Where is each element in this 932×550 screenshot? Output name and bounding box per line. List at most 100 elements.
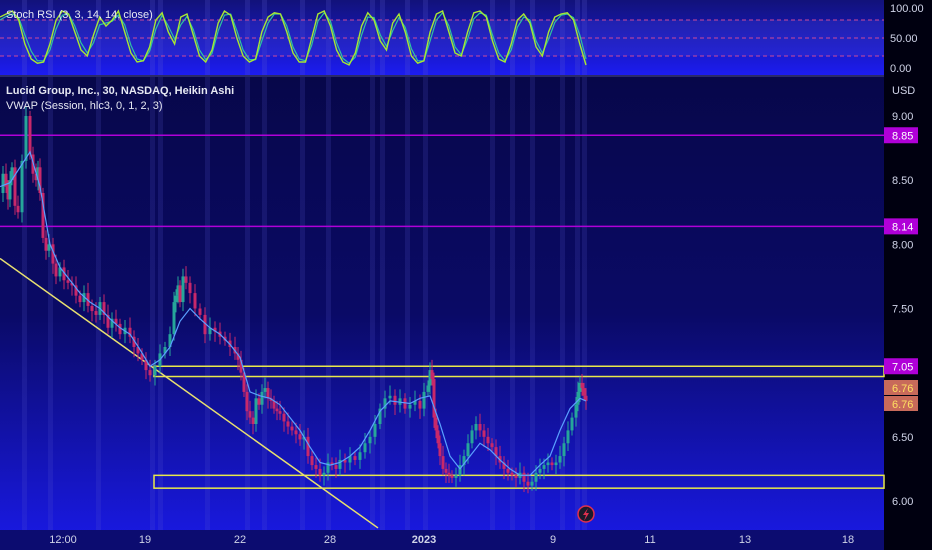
candle-body: [363, 443, 367, 453]
session-stripe: [205, 77, 210, 530]
candle-body: [580, 382, 584, 389]
candle-body: [474, 424, 478, 431]
candle-body: [178, 285, 182, 303]
candle-body: [94, 311, 98, 315]
candle-body: [266, 388, 270, 399]
candle-body: [546, 462, 550, 466]
session-stripe: [370, 77, 375, 530]
candle-body: [368, 436, 372, 444]
candle-body: [454, 475, 458, 478]
candle-body: [510, 472, 514, 476]
time-tick-label: 22: [234, 534, 246, 546]
candle-body: [373, 424, 377, 437]
candle-body: [278, 411, 282, 414]
price-tag-label: 6.76: [892, 399, 913, 411]
candle-body: [538, 468, 542, 473]
candle-body: [294, 430, 298, 435]
candle-body: [66, 280, 70, 283]
candle-body: [542, 465, 546, 469]
lightning-icon[interactable]: [577, 505, 595, 523]
candle-body: [1, 173, 5, 193]
candle-body: [78, 295, 82, 303]
price-axis[interactable]: [884, 0, 932, 550]
stoch-tick-label: 50.00: [890, 33, 918, 45]
candle-body: [418, 400, 422, 409]
candle-body: [181, 276, 185, 303]
candle-body: [184, 276, 188, 283]
candle-body: [251, 417, 255, 424]
candle-body: [286, 421, 290, 427]
candle-body: [582, 388, 586, 396]
price-tick-label: 9.00: [892, 111, 913, 123]
time-tick-label: 11: [644, 534, 655, 546]
candle-body: [322, 472, 326, 476]
candle-body: [530, 481, 534, 486]
candle-body: [447, 472, 451, 476]
candle-body: [358, 452, 362, 460]
session-stripe: [582, 77, 587, 530]
candle-body: [450, 475, 454, 478]
vwap-indicator-label: VWAP (Session, hlc3, 0, 1, 2, 3): [6, 100, 163, 112]
session-stripe: [48, 77, 53, 530]
candle-body: [388, 395, 392, 399]
candle-body: [444, 468, 448, 473]
candle-body: [310, 456, 314, 466]
candle-body: [486, 436, 490, 444]
candle-body: [16, 205, 20, 213]
candle-body: [426, 385, 430, 392]
candle-body: [188, 282, 192, 294]
price-chart[interactable]: 100.00 50.00 0.00 8.85 8.14 7.05 9.00 8.50 8.…: [0, 0, 932, 550]
stoch-rsi-title: Stoch RSI (3, 3, 14, 14, close): [6, 9, 153, 21]
candle-body: [558, 456, 562, 463]
candle-body: [436, 430, 440, 444]
candle-body: [153, 366, 157, 376]
stoch-tick-label: 100.00: [890, 3, 924, 15]
candle-body: [438, 443, 442, 457]
candle-body: [574, 404, 578, 418]
candle-body: [174, 295, 178, 303]
candle-body: [506, 468, 510, 473]
session-stripe: [423, 77, 428, 530]
candle-body: [28, 116, 32, 155]
candle-body: [54, 263, 58, 277]
candle-body: [408, 404, 412, 409]
time-axis[interactable]: [0, 530, 884, 550]
candle-body: [290, 426, 294, 431]
time-tick-label: 18: [842, 534, 854, 546]
candle-body: [198, 308, 202, 315]
price-tick-label: 8.00: [892, 239, 913, 251]
session-stripe: [510, 77, 515, 530]
time-tick-label: 12:00: [49, 534, 77, 546]
candle-body: [260, 391, 264, 405]
range-box-tag-label: 7.05: [892, 361, 913, 373]
candle-body: [24, 116, 28, 161]
candle-body: [282, 413, 286, 422]
time-tick-label: 19: [139, 534, 151, 546]
session-stripe: [150, 77, 155, 530]
candle-body: [550, 462, 554, 466]
candle-body: [514, 475, 518, 478]
candle-body: [172, 302, 176, 335]
candle-body: [148, 370, 152, 376]
currency-label: USD: [892, 85, 915, 97]
candle-body: [298, 434, 302, 440]
candle-body: [554, 462, 558, 466]
session-stripe: [575, 77, 580, 530]
price-tag-label: 6.76: [892, 383, 913, 395]
candle-body: [20, 160, 24, 213]
candle-body: [430, 370, 434, 380]
session-stripe: [530, 77, 535, 530]
session-stripe: [245, 77, 250, 530]
candle-body: [44, 237, 48, 251]
candle-body: [478, 424, 482, 431]
candle-body: [353, 456, 357, 460]
price-tick-label: 6.00: [892, 496, 913, 508]
candle-body: [90, 305, 94, 312]
time-tick-label: 2023: [412, 534, 436, 546]
candle-body: [334, 465, 338, 469]
price-tick-label: 7.50: [892, 304, 913, 316]
level-tag-label: 8.14: [892, 221, 913, 233]
candle-body: [441, 456, 445, 469]
candle-body: [393, 395, 397, 405]
price-tick-label: 8.50: [892, 175, 913, 187]
